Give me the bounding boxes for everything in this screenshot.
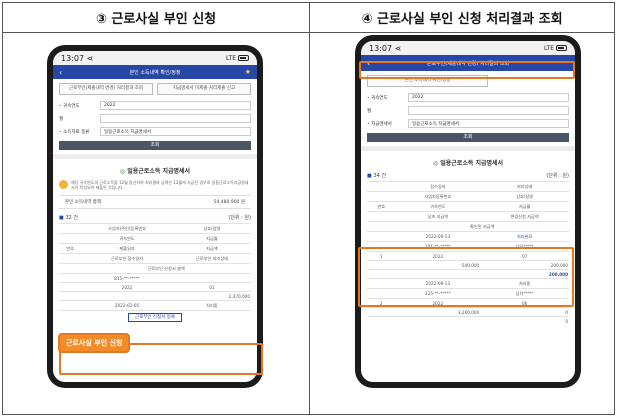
table-header-row: 귀속연도 지급월 [59,233,251,244]
table-row: 2022 01 [59,282,251,292]
result-table: 사업자(주민)등록번호 상호/성명 귀속연도 지급월 번호 제출일자 지급액 근로부인 … [59,223,251,323]
table-header-row: 근로부인 접수일자 근로부인 처리상태 [59,253,251,264]
notice-text: 해당 귀속연도의 근로소득을 12월 합산하여 처리결과 금액은 12월에 지급… [71,180,249,190]
app-bar: ‹ 본인 소득내역 확인/정정 ★ [53,65,257,79]
table-header-row: 번호 제출일자 지급액 [59,243,251,254]
status-time: 13:07 ⋖ [369,43,402,53]
year-label: 귀속연도 [371,95,388,101]
month-input[interactable] [100,114,251,123]
statement-select[interactable]: 일용근로소득 지급명세서 [408,119,569,128]
section-title: 일용근로소득 지급명세서 [127,168,191,175]
back-icon[interactable]: ‹ [59,68,62,77]
table-row: 815-**-***** [59,273,251,283]
table-header-row: 사업자(주민)등록번호 상호/성명 [59,223,251,234]
table-header-row: 접수일자 처리상태 [367,181,569,192]
battery-icon [238,55,249,61]
comparison-grid: ③ 근로사실 부인 신청 ④ 근로사실 부인 신청 처리결과 조회 13:07 … [2,2,615,415]
right-phone-screen: 13:07 ⋖ LTE ‹ 근로부인(제출내역 변경) 처리결과 조회 본인 소… [361,41,575,382]
result-count: 32 건 [65,215,79,221]
year-label: 귀속연도 [63,103,80,109]
search-button[interactable]: 조회 [367,133,569,142]
right-column-header: ④ 근로사실 부인 신청 처리결과 조회 [310,3,614,33]
tab-bar: 근로부인(제출내역 변경) 처리결과 조회 지급명세서 미제출·처리제출 신고 [53,79,257,99]
table-header-row: 근로부인 신청서 총액 [59,263,251,274]
section-divider [53,154,257,159]
signal-label: LTE [544,44,554,52]
status-bar: 13:07 ⋖ LTE [361,41,575,55]
total-value: 54,480,900 원 [213,200,245,205]
section-divider [361,146,575,151]
table-row: 0 [367,316,569,325]
highlight-title-bar [359,61,575,79]
month-input[interactable] [408,106,569,115]
status-bar: 13:07 ⋖ LTE [53,51,257,65]
income-type-label: 소득자료 종류 [63,129,90,135]
statement-label: 지급명세서 [371,121,392,127]
left-column-header: ③ 근로사실 부인 신청 [3,3,309,33]
total-row: 본인 소득내역 총액 54,480,900 원 [59,195,251,209]
right-phone: 13:07 ⋖ LTE ‹ 근로부인(제출내역 변경) 처리결과 조회 본인 소… [355,35,581,388]
year-input[interactable]: 2022 [100,101,251,110]
search-button[interactable]: 조회 [59,141,251,150]
status-time: 13:07 ⋖ [61,53,94,63]
table-row: 3,200,000 0 [367,307,569,317]
callout-apply-denial: 근로사실 부인 신청 [58,333,131,353]
month-label: 월 [367,108,372,114]
total-label: 본인 소득내역 총액 [65,200,101,205]
battery-icon [556,45,567,51]
table-row: 2022-09-13 처리완료 [367,231,569,242]
income-type-select[interactable]: 일용근로소득 지급명세서 [100,127,251,136]
table-header-row: 번호 귀속연도 지급월 [367,201,569,212]
result-count: 34 건 [373,173,387,179]
app-bar-title: 본인 소득내역 확인/정정 [129,69,181,76]
signal-label: LTE [226,54,236,62]
home-icon[interactable]: ★ [245,68,251,76]
tab-result-inquiry[interactable]: 근로부인(제출내역 변경) 처리결과 조회 [59,83,153,95]
notice: 해당 귀속연도의 근로소득을 12월 합산하여 처리결과 금액은 12월에 지급… [53,178,257,192]
unit-label: (단위 : 원) [546,173,569,179]
month-label: 월 [59,116,64,122]
apply-denial-button[interactable]: 근로부인 신청서 등록 [127,313,183,322]
year-input[interactable]: 2022 [408,93,569,102]
table-header-row: 당초 지급액 변경신청 지급액 [367,211,569,222]
highlight-result-row [358,247,574,307]
table-row: 2,470,000 [59,291,251,301]
table-header-row: 사업자등록번호 상호/성명 [367,191,569,202]
table-header-row: 확인된 지급액 [367,221,569,232]
tab-unsubmitted-report[interactable]: 지급명세서 미제출·처리제출 신고 [157,83,251,95]
section-title: 일용근로소득 지급명세서 [440,160,504,167]
unit-label: (단위 : 원) [228,215,251,221]
lightbulb-icon [59,180,68,189]
table-row: 2022-02-05 처리중 [59,300,251,311]
column-divider [309,3,310,414]
